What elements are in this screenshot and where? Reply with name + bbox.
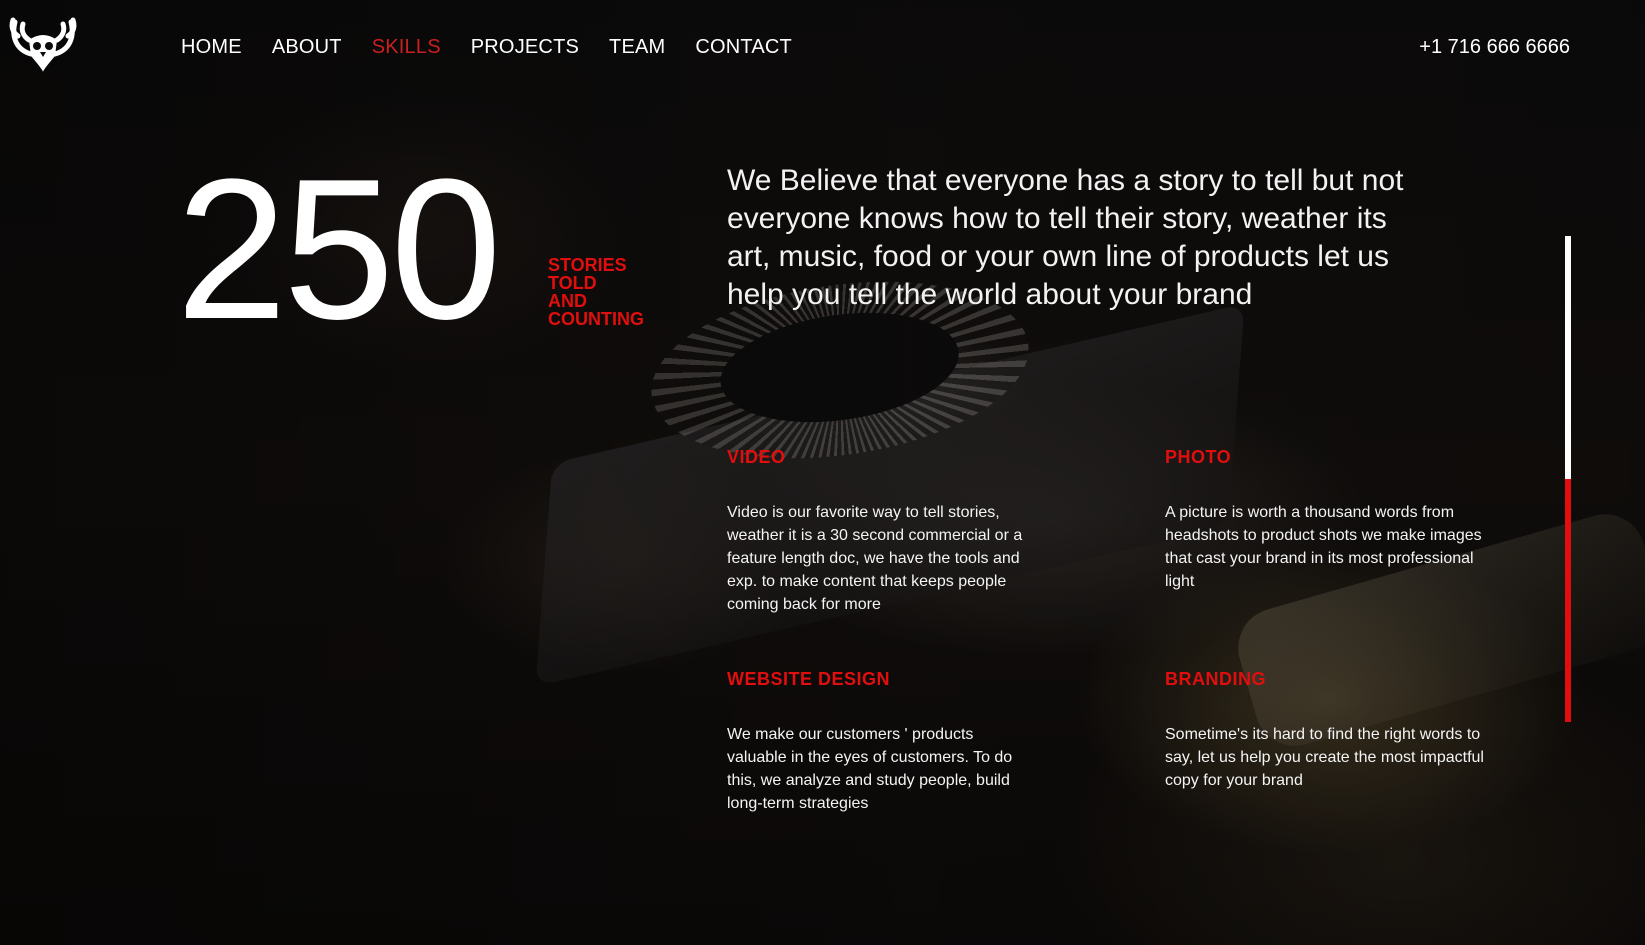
nav-team[interactable]: TEAM (609, 36, 665, 59)
nav-contact[interactable]: CONTACT (695, 36, 792, 59)
stories-label-line: TOLD (548, 273, 597, 293)
phone-number-link[interactable]: +1 716 666 6666 (1419, 36, 1570, 59)
stories-label-line: AND (548, 291, 587, 311)
service-description: Sometime's its hard to find the right wo… (1165, 726, 1484, 789)
service-photo: PHOTO A picture is worth a thousand word… (1165, 447, 1485, 593)
service-title: PHOTO (1165, 447, 1232, 467)
service-title: WEBSITE DESIGN (727, 669, 891, 689)
stories-label-line: STORIES (548, 255, 627, 275)
service-description: We make our customers ' products valuabl… (727, 726, 1013, 812)
nav-skills[interactable]: SKILLS (372, 36, 441, 59)
service-video: VIDEO Video is our favorite way to tell … (727, 447, 1047, 616)
scroll-indicator-progress (1565, 479, 1571, 722)
service-description: A picture is worth a thousand words from… (1165, 504, 1482, 590)
intro-statement: We Believe that everyone has a story to … (727, 164, 1404, 311)
service-website-design: WEBSITE DESIGN We make our customers ' p… (727, 669, 1027, 815)
section-scroll-indicator[interactable] (1565, 236, 1571, 722)
scroll-indicator-track (1565, 236, 1571, 479)
nav-home[interactable]: HOME (181, 36, 242, 59)
service-title: VIDEO (727, 447, 786, 467)
stories-label-line: COUNTING (548, 309, 644, 329)
service-description: Video is our favorite way to tell storie… (727, 504, 1023, 613)
service-title: BRANDING (1165, 669, 1266, 689)
owl-antlers-logo-icon[interactable] (9, 10, 77, 74)
service-branding: BRANDING Sometime's its hard to find the… (1165, 669, 1485, 792)
stories-count: 250 (176, 138, 502, 361)
site-header: HOME ABOUT SKILLS PROJECTS TEAM CONTACT … (0, 0, 1645, 100)
nav-projects[interactable]: PROJECTS (471, 36, 579, 59)
main-nav: HOME ABOUT SKILLS PROJECTS TEAM CONTACT (181, 36, 792, 59)
stories-count-label: STORIES TOLD AND COUNTING (548, 256, 668, 328)
nav-about[interactable]: ABOUT (272, 36, 342, 59)
